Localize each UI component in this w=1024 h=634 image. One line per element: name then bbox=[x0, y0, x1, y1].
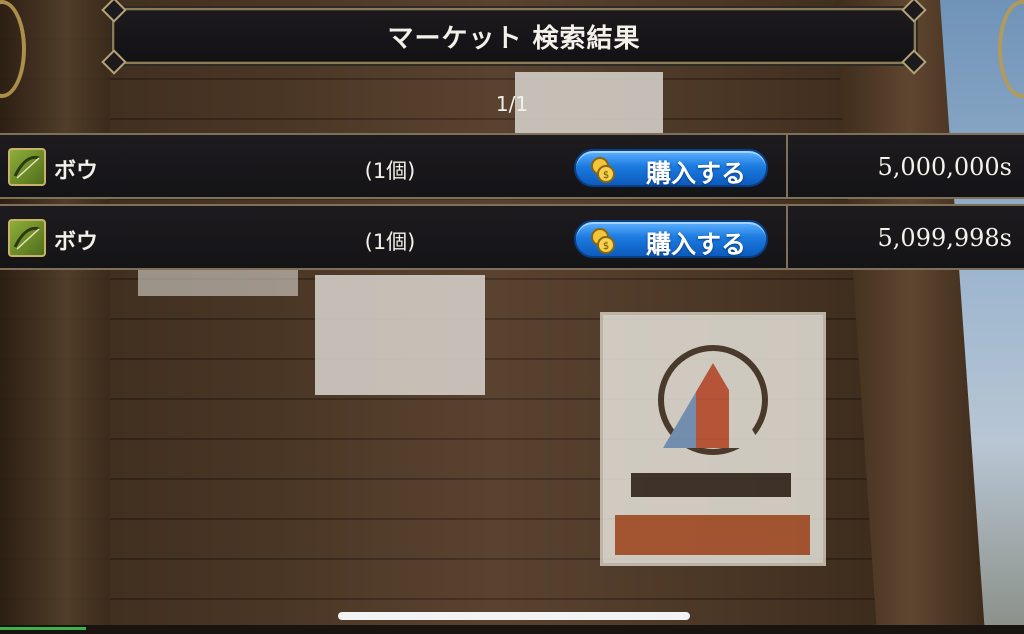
column-divider bbox=[786, 135, 788, 197]
poster bbox=[600, 312, 826, 566]
item-quantity: (1個) bbox=[364, 159, 416, 183]
buy-button[interactable]: $ 購入する bbox=[574, 220, 768, 259]
coin-icon: $ bbox=[591, 228, 615, 254]
poster bbox=[315, 275, 485, 395]
poster bbox=[138, 270, 298, 296]
svg-text:$: $ bbox=[603, 241, 609, 252]
svg-text:$: $ bbox=[603, 170, 609, 181]
bow-icon bbox=[8, 148, 46, 186]
bottom-bar bbox=[0, 625, 1024, 634]
page-title: マーケット 検索結果 bbox=[387, 23, 641, 54]
column-divider bbox=[786, 206, 788, 268]
home-indicator[interactable] bbox=[338, 612, 690, 620]
result-row: ボウ (1個) $ 購入する 5,000,000s bbox=[0, 133, 1024, 199]
item-price: 5,000,000s bbox=[877, 153, 1012, 181]
wooden-post-left bbox=[0, 0, 110, 634]
bottom-bar-fill bbox=[0, 627, 86, 630]
buy-button[interactable]: $ 購入する bbox=[574, 149, 768, 188]
result-row: ボウ (1個) $ 購入する 5,099,998s bbox=[0, 204, 1024, 270]
item-name: ボウ bbox=[54, 159, 99, 184]
item-quantity: (1個) bbox=[364, 230, 416, 254]
buy-button-label: 購入する bbox=[645, 230, 746, 259]
item-name: ボウ bbox=[54, 230, 99, 255]
title-bar: マーケット 検索結果 bbox=[101, 0, 927, 75]
item-price: 5,099,998s bbox=[877, 224, 1012, 252]
page-indicator: 1/1 bbox=[495, 92, 529, 116]
coin-icon: $ bbox=[591, 157, 615, 183]
buy-button-label: 購入する bbox=[645, 159, 746, 188]
bow-icon bbox=[8, 219, 46, 257]
